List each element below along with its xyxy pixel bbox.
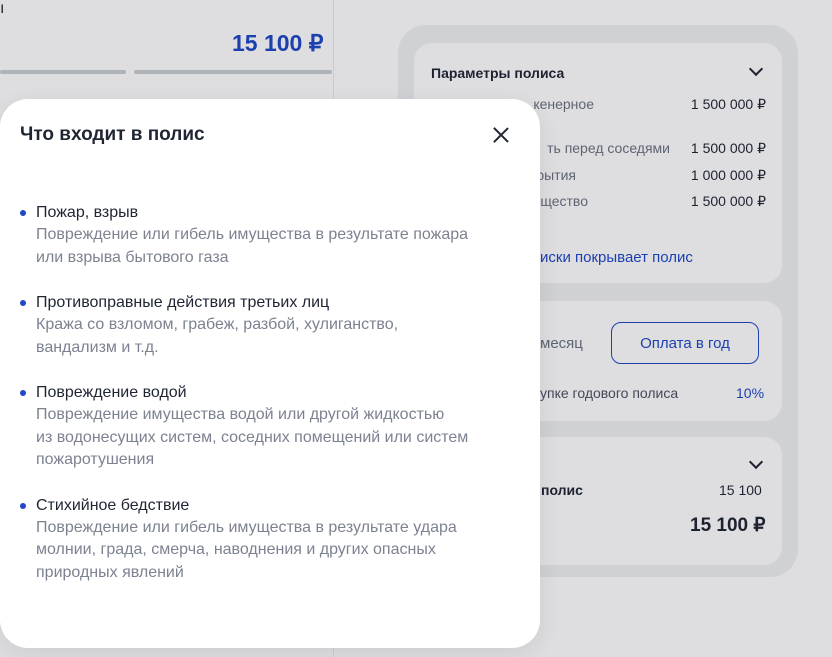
coverage-modal: Что входит в полис Пожар, взрыв Поврежде… [0, 99, 540, 648]
coverage-item: Противоправные действия третьих лиц Краж… [20, 292, 520, 359]
coverage-item-description: или взрыва бытового газа [36, 248, 229, 266]
coverage-item-description: Повреждение или гибель имущества в резул… [36, 226, 469, 243]
coverage-item-description: Повреждение имущества водой или другой ж… [36, 406, 445, 423]
coverage-item-description: вандализм и т.д. [36, 338, 159, 356]
coverage-item: Повреждение водой Повреждение имущества … [20, 382, 520, 472]
coverage-item-title: Пожар, взрыв [36, 204, 139, 221]
bullet-icon [20, 502, 26, 509]
coverage-item-description: природных явлений [36, 563, 184, 581]
coverage-item: Пожар, взрыв Повреждение или гибель имущ… [20, 202, 520, 269]
coverage-item: Стихийное бедствие Повреждение или гибел… [20, 495, 520, 585]
coverage-item-description: пожаротушения [36, 451, 155, 468]
coverage-item-description: из водонесущих систем, соседних помещени… [36, 428, 469, 446]
coverage-item-description: Кража со взломом, грабеж, разбой, хулига… [36, 316, 399, 333]
coverage-item-description: Повреждение или гибель имущества в резул… [36, 518, 457, 536]
bullet-icon [20, 300, 26, 306]
bullet-icon [20, 390, 26, 396]
modal-title: Что входит в полис [20, 124, 205, 145]
coverage-list: Пожар, взрыв Повреждение или гибель имущ… [20, 202, 520, 607]
coverage-item-title: Повреждение водой [36, 384, 187, 401]
close-icon[interactable] [489, 123, 513, 147]
coverage-item-description: молнии, града, смерча, наводнения и друг… [36, 541, 436, 558]
bullet-icon [20, 210, 26, 216]
coverage-item-title: Противоправные действия третьих лиц [36, 294, 330, 311]
coverage-item-title: Стихийное бедствие [36, 496, 190, 514]
